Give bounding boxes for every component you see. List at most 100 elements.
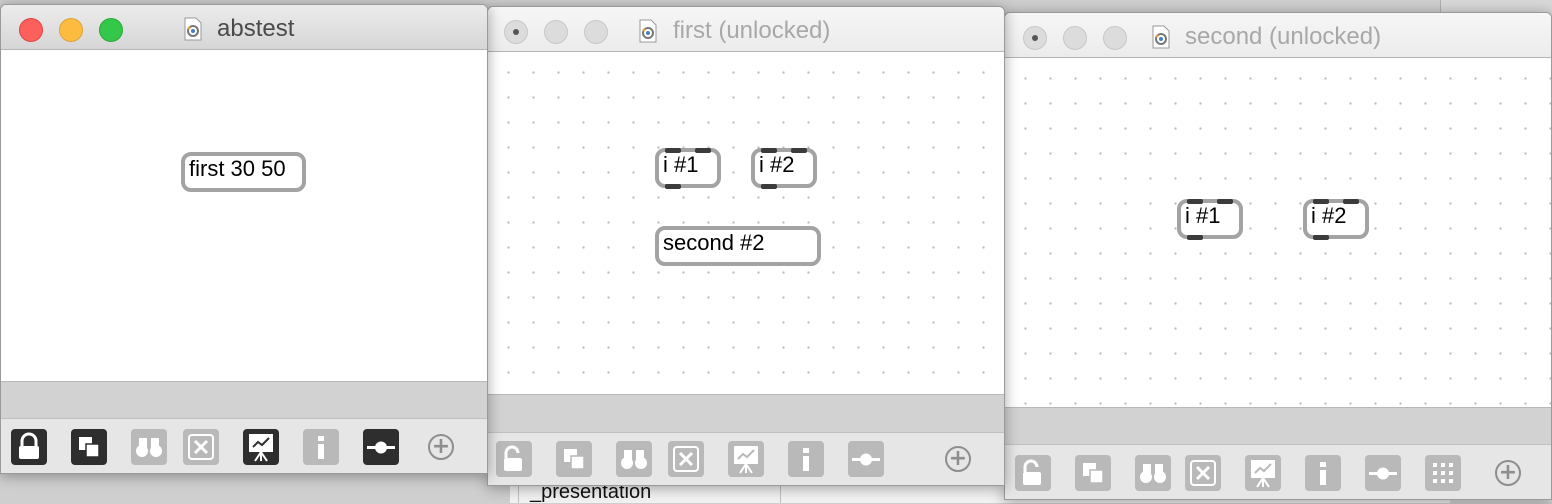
clear-button[interactable] <box>183 429 219 465</box>
patcher-file-icon <box>184 17 202 41</box>
status-bar <box>488 394 1004 433</box>
patcher-window-second[interactable]: second (unlocked) i #1 i #2 + <box>1004 12 1552 500</box>
minimize-button[interactable] <box>59 18 83 42</box>
patcher-toolbar: + <box>1005 444 1551 499</box>
inlet[interactable] <box>1217 199 1233 204</box>
outlet[interactable] <box>1187 235 1203 240</box>
plus-icon: + <box>1498 460 1518 485</box>
minimize-button[interactable] <box>544 20 568 44</box>
binoculars-icon <box>136 438 162 457</box>
presentation-easel-button[interactable] <box>1245 455 1281 491</box>
find-button[interactable] <box>131 429 167 465</box>
patcher-object[interactable]: i #2 <box>1303 199 1369 240</box>
title-bar[interactable]: abstest <box>1 5 487 50</box>
title-bar[interactable]: second (unlocked) <box>1005 13 1551 58</box>
slider-button[interactable] <box>1365 455 1401 491</box>
close-button[interactable] <box>19 18 43 42</box>
object-text: second #2 <box>663 230 765 255</box>
slider-icon <box>1369 467 1397 480</box>
title-bar[interactable]: first (unlocked) <box>488 7 1004 52</box>
outlet[interactable] <box>761 184 777 189</box>
info-icon <box>1320 462 1326 485</box>
object-text: i #2 <box>1311 203 1347 228</box>
inspector-button[interactable] <box>1305 455 1341 491</box>
slider-button[interactable] <box>848 441 884 477</box>
patcher-window-abstest[interactable]: abstest first 30 50 + <box>0 4 488 474</box>
close-button[interactable] <box>1023 26 1047 50</box>
object-text: first 30 50 <box>189 156 286 181</box>
binoculars-icon <box>1140 464 1166 483</box>
patcher-object[interactable]: first 30 50 <box>181 152 306 192</box>
patcher-file-icon <box>1152 25 1170 49</box>
inlet[interactable] <box>761 148 777 153</box>
presentation-button[interactable] <box>1075 455 1111 491</box>
inlet[interactable] <box>1343 199 1359 204</box>
x-box-icon <box>188 434 214 460</box>
clear-button[interactable] <box>668 441 704 477</box>
add-button[interactable]: + <box>1495 460 1521 486</box>
patcher-toolbar: + <box>1 418 487 473</box>
window-title: first (unlocked) <box>673 17 831 44</box>
inspector-button[interactable] <box>788 441 824 477</box>
unlock-icon <box>1023 459 1041 485</box>
zoom-button[interactable] <box>99 18 123 42</box>
find-button[interactable] <box>1135 455 1171 491</box>
info-icon <box>803 448 809 471</box>
inlet[interactable] <box>695 148 711 153</box>
patcher-object[interactable]: i #2 <box>751 148 817 189</box>
status-bar <box>1 381 487 420</box>
zoom-button[interactable] <box>584 20 608 44</box>
close-button[interactable] <box>504 20 528 44</box>
presentation-easel-button[interactable] <box>728 441 764 477</box>
presentation-button[interactable] <box>71 429 107 465</box>
patcher-window-first[interactable]: first (unlocked) i #1 i #2 second #2 + <box>487 6 1005 486</box>
easel-icon <box>1251 460 1275 488</box>
object-text: i #1 <box>1185 203 1221 228</box>
lock-button[interactable] <box>496 441 532 477</box>
add-button[interactable]: + <box>945 446 971 472</box>
slider-icon <box>367 441 395 454</box>
presentation-mode-icon <box>564 449 585 470</box>
grid-button[interactable] <box>1425 455 1461 491</box>
grid-icon <box>1433 463 1453 483</box>
presentation-easel-button[interactable] <box>243 429 279 465</box>
binoculars-icon <box>621 450 647 469</box>
patcher-file-icon <box>639 19 657 43</box>
lock-button[interactable] <box>1015 455 1051 491</box>
presentation-mode-icon <box>1083 463 1104 484</box>
x-box-icon <box>673 446 699 472</box>
slider-icon <box>852 453 880 466</box>
inlet[interactable] <box>791 148 807 153</box>
presentation-button[interactable] <box>556 441 592 477</box>
minimize-button[interactable] <box>1063 26 1087 50</box>
presentation-mode-icon <box>79 437 100 458</box>
window-title: abstest <box>217 15 295 42</box>
lock-button[interactable] <box>11 429 47 465</box>
inlet[interactable] <box>665 148 681 153</box>
patcher-object[interactable]: i #1 <box>655 148 721 189</box>
outlet[interactable] <box>665 184 681 189</box>
clear-button[interactable] <box>1185 455 1221 491</box>
plus-icon: + <box>948 446 968 471</box>
easel-icon <box>249 434 273 462</box>
easel-icon <box>734 446 758 474</box>
inspector-button[interactable] <box>303 429 339 465</box>
patcher-object[interactable]: second #2 <box>655 226 821 266</box>
window-title: second (unlocked) <box>1185 23 1382 50</box>
add-button[interactable]: + <box>428 434 454 460</box>
patcher-canvas[interactable]: i #1 i #2 second #2 <box>488 52 1004 394</box>
patcher-canvas[interactable]: first 30 50 <box>1 50 487 381</box>
slider-button[interactable] <box>363 429 399 465</box>
find-button[interactable] <box>616 441 652 477</box>
zoom-button[interactable] <box>1103 26 1127 50</box>
object-text: i #1 <box>663 152 699 177</box>
unlock-icon <box>504 445 522 471</box>
info-icon <box>318 436 324 459</box>
outlet[interactable] <box>1313 235 1329 240</box>
inlet[interactable] <box>1313 199 1329 204</box>
patcher-object[interactable]: i #1 <box>1177 199 1243 240</box>
inlet[interactable] <box>1187 199 1203 204</box>
patcher-canvas[interactable]: i #1 i #2 <box>1005 58 1551 407</box>
status-bar <box>1005 407 1551 446</box>
patcher-toolbar: + <box>488 432 1004 485</box>
